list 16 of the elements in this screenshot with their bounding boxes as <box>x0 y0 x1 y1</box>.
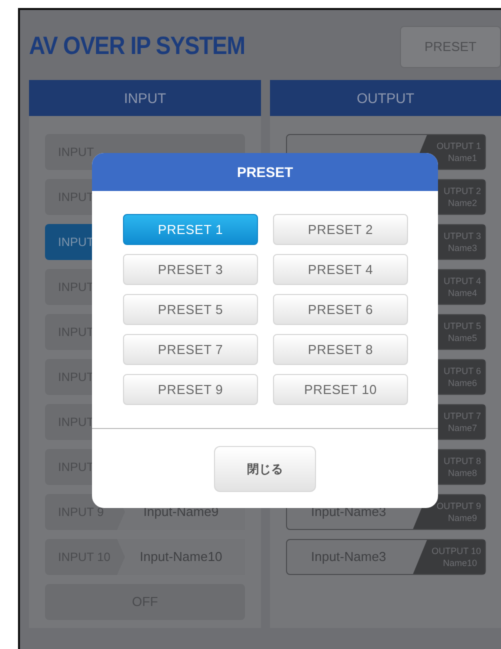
preset-option[interactable]: PRESET 2 <box>273 214 408 245</box>
output-header: OUTPUT <box>270 80 501 116</box>
preset-option[interactable]: PRESET 3 <box>123 254 258 285</box>
preset-option[interactable]: PRESET 8 <box>273 334 408 365</box>
dialog-title: PRESET <box>92 153 438 191</box>
preset-option[interactable]: PRESET 1 <box>123 214 258 245</box>
preset-option[interactable]: PRESET 9 <box>123 374 258 405</box>
input-header: INPUT <box>29 80 261 116</box>
preset-option[interactable]: PRESET 5 <box>123 294 258 325</box>
preset-option[interactable]: PRESET 4 <box>273 254 408 285</box>
preset-option[interactable]: PRESET 7 <box>123 334 258 365</box>
input-label: INPUT <box>57 234 94 251</box>
preset-option[interactable]: PRESET 10 <box>273 374 408 405</box>
close-button[interactable]: 閉じる <box>214 446 316 492</box>
preset-option[interactable]: PRESET 6 <box>273 294 408 325</box>
app-title: AV OVER IP SYSTEM <box>29 31 245 62</box>
